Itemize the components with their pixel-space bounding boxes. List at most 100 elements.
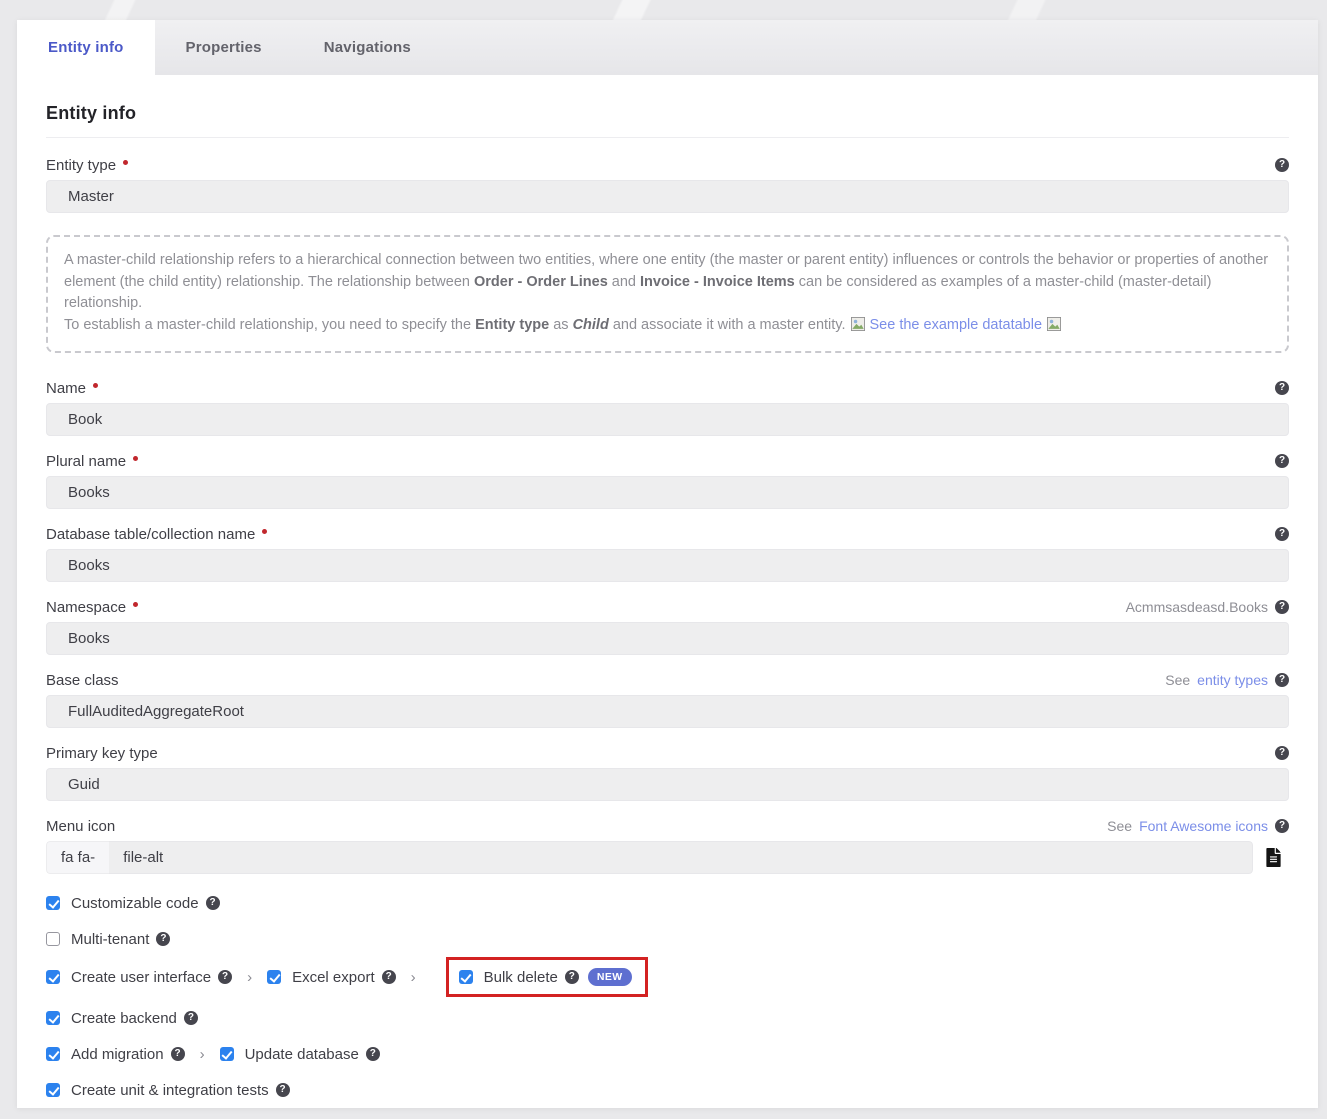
- help-icon[interactable]: ?: [218, 970, 232, 984]
- menu-icon-label: Menu icon: [46, 818, 115, 835]
- help-icon[interactable]: ?: [1275, 454, 1289, 468]
- field-namespace: Namespace Acmmsasdeasd.Books ?: [46, 596, 1289, 655]
- help-icon[interactable]: ?: [382, 970, 396, 984]
- db-table-name-label: Database table/collection name: [46, 526, 255, 543]
- chevron-right-icon: ›: [247, 969, 252, 986]
- tab-entity-info[interactable]: Entity info: [17, 20, 155, 75]
- excel-export-label: Excel export: [292, 969, 375, 986]
- field-name: Name ?: [46, 377, 1289, 436]
- customizable-code-label: Customizable code: [71, 895, 199, 912]
- tab-navigations[interactable]: Navigations: [293, 20, 442, 75]
- help-icon[interactable]: ?: [1275, 746, 1289, 760]
- customizable-code-checkbox[interactable]: [46, 896, 60, 910]
- row-customizable-code: Customizable code ?: [46, 892, 1289, 914]
- field-plural-name: Plural name ?: [46, 450, 1289, 509]
- title-divider: [46, 137, 1289, 138]
- create-backend-label: Create backend: [71, 1010, 177, 1027]
- required-dot: [123, 160, 128, 165]
- info-text: as: [549, 317, 572, 333]
- add-migration-label: Add migration: [71, 1046, 164, 1063]
- help-icon[interactable]: ?: [276, 1083, 290, 1097]
- row-create-user-interface-chain: Create user interface ? › Excel export ?…: [46, 954, 1289, 1000]
- info-text: To establish a master-child relationship…: [64, 317, 475, 333]
- field-menu-icon: Menu icon See Font Awesome icons ? fa fa…: [46, 815, 1289, 874]
- card-body: Entity info Entity type ? A master-child…: [17, 75, 1318, 1101]
- excel-export-checkbox[interactable]: [267, 970, 281, 984]
- namespace-label: Namespace: [46, 599, 126, 616]
- required-dot: [133, 602, 138, 607]
- help-icon[interactable]: ?: [184, 1011, 198, 1025]
- db-table-name-input[interactable]: [46, 549, 1289, 582]
- add-migration-checkbox[interactable]: [46, 1047, 60, 1061]
- multi-tenant-checkbox[interactable]: [46, 932, 60, 946]
- image-thumbnail-icon: [851, 317, 865, 339]
- entity-type-input[interactable]: [46, 180, 1289, 213]
- help-icon[interactable]: ?: [366, 1047, 380, 1061]
- row-add-migration-chain: Add migration ? › Update database ?: [46, 1043, 1289, 1065]
- entity-form-card: Entity info Properties Navigations Entit…: [17, 20, 1318, 1108]
- tab-properties[interactable]: Properties: [155, 20, 293, 75]
- font-awesome-icons-link[interactable]: Font Awesome icons: [1139, 818, 1268, 834]
- info-bolditalic-child: Child: [573, 317, 609, 333]
- base-class-input[interactable]: [46, 695, 1289, 728]
- info-paragraph-1: A master-child relationship refers to a …: [64, 250, 1271, 315]
- row-multi-tenant: Multi-tenant ?: [46, 928, 1289, 950]
- primary-key-type-label: Primary key type: [46, 745, 158, 762]
- menu-icon-prefix: fa fa-: [46, 841, 109, 874]
- field-base-class: Base class See entity types ?: [46, 669, 1289, 728]
- image-thumbnail-icon: [1047, 317, 1061, 339]
- create-backend-checkbox[interactable]: [46, 1011, 60, 1025]
- help-icon[interactable]: ?: [156, 932, 170, 946]
- namespace-input[interactable]: [46, 622, 1289, 655]
- help-icon[interactable]: ?: [206, 896, 220, 910]
- chevron-right-icon: ›: [200, 1046, 205, 1063]
- base-class-hint-prefix: See: [1165, 672, 1190, 688]
- field-db-table-name: Database table/collection name ?: [46, 523, 1289, 582]
- help-icon[interactable]: ?: [1275, 527, 1289, 541]
- entity-types-link[interactable]: entity types: [1197, 672, 1268, 688]
- help-icon[interactable]: ?: [1275, 381, 1289, 395]
- help-icon[interactable]: ?: [565, 970, 579, 984]
- update-database-checkbox[interactable]: [220, 1047, 234, 1061]
- tab-properties-label: Properties: [186, 39, 262, 56]
- help-icon[interactable]: ?: [1275, 673, 1289, 687]
- name-input[interactable]: [46, 403, 1289, 436]
- master-child-info-box: A master-child relationship refers to a …: [46, 235, 1289, 353]
- name-label: Name: [46, 380, 86, 397]
- plural-name-input[interactable]: [46, 476, 1289, 509]
- required-dot: [262, 529, 267, 534]
- unit-tests-checkbox[interactable]: [46, 1083, 60, 1097]
- plural-name-label: Plural name: [46, 453, 126, 470]
- new-badge: NEW: [588, 968, 632, 986]
- file-alt-icon: [1266, 848, 1281, 867]
- entity-type-label: Entity type: [46, 157, 116, 174]
- unit-tests-label: Create unit & integration tests: [71, 1082, 269, 1099]
- tab-entity-info-label: Entity info: [48, 39, 124, 56]
- bulk-delete-checkbox[interactable]: [459, 970, 473, 984]
- row-create-backend: Create backend ?: [46, 1007, 1289, 1029]
- required-dot: [93, 383, 98, 388]
- info-bold-order-lines: Order - Order Lines: [474, 274, 608, 290]
- tab-bar: Entity info Properties Navigations: [17, 20, 1318, 75]
- info-paragraph-2: To establish a master-child relationship…: [64, 315, 1271, 339]
- create-user-interface-label: Create user interface: [71, 969, 211, 986]
- help-icon[interactable]: ?: [1275, 158, 1289, 172]
- info-text: and associate it with a master entity.: [609, 317, 846, 333]
- multi-tenant-label: Multi-tenant: [71, 931, 149, 948]
- help-icon[interactable]: ?: [1275, 819, 1289, 833]
- base-class-label: Base class: [46, 672, 119, 689]
- menu-icon-hint-prefix: See: [1107, 818, 1132, 834]
- primary-key-type-input[interactable]: [46, 768, 1289, 801]
- namespace-hint: Acmmsasdeasd.Books: [1126, 599, 1268, 615]
- info-bold-invoice-items: Invoice - Invoice Items: [640, 274, 795, 290]
- chevron-right-icon: ›: [411, 969, 416, 986]
- help-icon[interactable]: ?: [171, 1047, 185, 1061]
- menu-icon-input-group: fa fa-: [46, 841, 1253, 874]
- create-user-interface-checkbox[interactable]: [46, 970, 60, 984]
- example-datatable-link[interactable]: See the example datatable: [870, 317, 1043, 333]
- tab-navigations-label: Navigations: [324, 39, 411, 56]
- help-icon[interactable]: ?: [1275, 600, 1289, 614]
- field-entity-type: Entity type ?: [46, 154, 1289, 213]
- menu-icon-input[interactable]: [109, 841, 1253, 874]
- update-database-label: Update database: [245, 1046, 359, 1063]
